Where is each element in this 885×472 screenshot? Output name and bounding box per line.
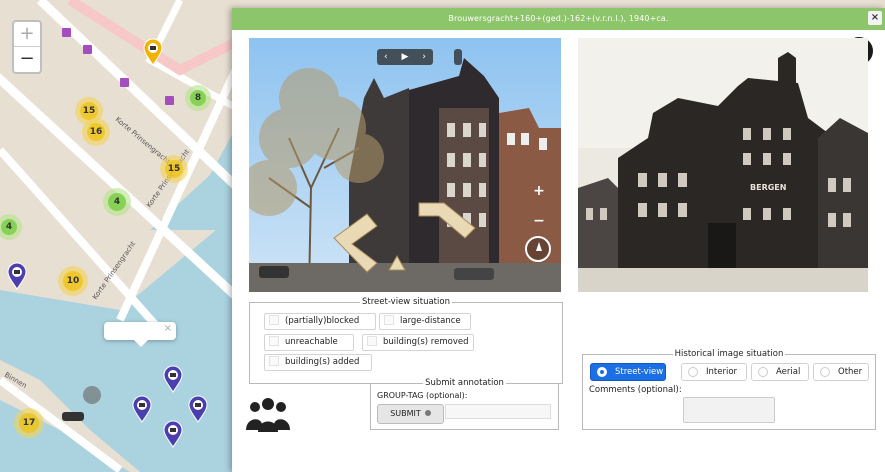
photo-pin-icon[interactable] [143, 38, 163, 66]
marker-cluster[interactable]: 17 [14, 408, 44, 438]
group-tag-label: GROUP-TAG (optional): [377, 391, 468, 400]
group-users-icon[interactable] [246, 394, 290, 434]
checkbox-buildings-added[interactable]: building(s) added [264, 354, 372, 371]
play-button[interactable]: ▶ [402, 52, 409, 62]
marker-cluster[interactable]: 4 [103, 188, 131, 216]
radio-icon[interactable] [597, 367, 607, 377]
street-view-panorama[interactable]: ‹ ▶ › + − [249, 38, 561, 292]
next-button[interactable]: › [422, 52, 426, 62]
checkbox-partially-blocked[interactable]: (partially)blocked [264, 313, 376, 330]
photo-pin-icon[interactable] [188, 395, 208, 423]
map-zoom-control: + − [12, 20, 42, 74]
checkbox-icon[interactable] [384, 315, 394, 325]
popup-close-button[interactable]: × [164, 323, 172, 334]
radio-aerial[interactable]: Aerial [751, 363, 809, 381]
historical-photo: BERGEN [578, 38, 868, 292]
marker-cluster[interactable]: 10 [58, 266, 88, 296]
checkbox-icon[interactable] [269, 336, 279, 346]
street-view-toggle[interactable] [454, 49, 462, 65]
close-button[interactable]: × [868, 11, 882, 25]
photo-pin-icon[interactable] [7, 262, 27, 290]
fieldset-legend: Historical image situation [672, 349, 786, 359]
photo-pin-icon[interactable] [163, 420, 183, 448]
comments-label: Comments (optional): [589, 385, 682, 395]
group-tag-input[interactable] [445, 404, 551, 419]
marker-cluster[interactable]: 8 [185, 85, 211, 111]
map-zoom-out-button[interactable]: − [14, 47, 40, 72]
checkbox-icon[interactable] [367, 336, 377, 346]
sv-zoom-out-button[interactable]: − [530, 206, 548, 236]
fieldset-legend: Submit annotation [423, 378, 506, 388]
radio-other[interactable]: Other [813, 363, 869, 381]
sv-zoom-in-button[interactable]: + [530, 176, 548, 206]
checkbox-buildings-removed[interactable]: building(s) removed [362, 334, 474, 351]
street-view-playback-controls: ‹ ▶ › [377, 49, 433, 65]
submit-status-icon [424, 410, 431, 416]
photo-pin-icon[interactable] [132, 395, 152, 423]
marker-cluster[interactable]: 15 [160, 155, 188, 183]
street-view-situation-fieldset: Street-view situation (partially)blocked… [249, 297, 563, 384]
submit-button[interactable]: SUBMIT [377, 404, 444, 424]
checkbox-icon[interactable] [269, 356, 279, 366]
checkbox-large-distance[interactable]: large-distance [379, 313, 471, 330]
historic-sign: BERGEN [750, 183, 786, 192]
marker-cluster[interactable]: 16 [82, 118, 110, 146]
radio-icon[interactable] [820, 367, 830, 377]
radio-street-view[interactable]: Street-view [590, 363, 666, 381]
street-view-image [249, 38, 561, 292]
checkbox-unreachable[interactable]: unreachable [264, 334, 354, 351]
prev-button[interactable]: ‹ [384, 52, 388, 62]
photo-pin-icon[interactable] [163, 365, 183, 393]
comments-textarea[interactable] [683, 397, 775, 423]
dialog-title: Brouwersgracht+160+(ged.)-162+(v.r.n.l.)… [232, 8, 885, 30]
checkbox-icon[interactable] [269, 315, 279, 325]
radio-interior[interactable]: Interior [681, 363, 747, 381]
fieldset-legend: Street-view situation [360, 297, 452, 307]
radio-icon[interactable] [758, 367, 768, 377]
street-view-zoom: + − [530, 176, 548, 236]
annotation-dialog: Brouwersgracht+160+(ged.)-162+(v.r.n.l.)… [232, 8, 885, 472]
radio-icon[interactable] [688, 367, 698, 377]
submit-annotation-fieldset: Submit annotation GROUP-TAG (optional): … [370, 378, 559, 430]
compass-icon[interactable] [525, 236, 551, 262]
map-zoom-in-button[interactable]: + [14, 22, 40, 47]
historical-image-situation-fieldset: Historical image situation Street-view I… [582, 349, 876, 430]
map-popup: × [104, 322, 176, 347]
historical-image: BERGEN [578, 38, 868, 292]
